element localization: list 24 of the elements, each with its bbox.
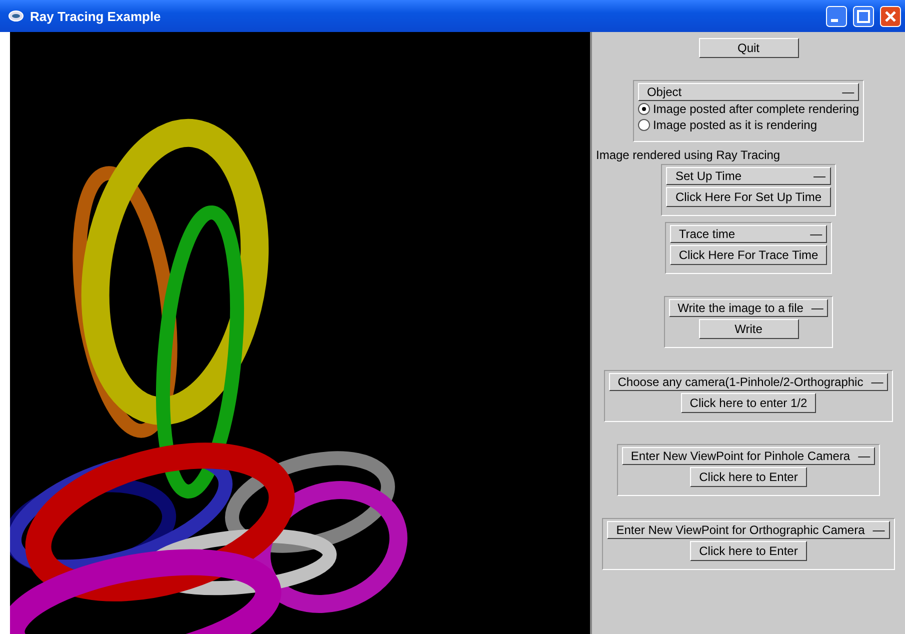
action-button[interactable]: Click Here For Set Up Time <box>666 187 831 207</box>
radio-option[interactable]: Image posted after complete rendering <box>638 101 860 117</box>
group-header[interactable]: Enter New ViewPoint for Orthographic Camera — <box>607 521 890 539</box>
maximize-icon[interactable] <box>853 6 874 26</box>
radio-icon[interactable] <box>638 103 650 115</box>
action-button[interactable]: Write <box>698 319 798 339</box>
radio-option[interactable]: Image posted as it is rendering <box>638 117 860 133</box>
group-header[interactable]: Choose any camera(1-Pinhole/2-Orthographic — <box>608 373 888 391</box>
group-header[interactable]: Object — <box>638 83 860 101</box>
window-title: Ray Tracing Example <box>30 8 162 24</box>
group-header[interactable]: Trace time — <box>670 225 828 243</box>
minimize-icon[interactable] <box>826 6 847 26</box>
group-header[interactable]: Enter New ViewPoint for Pinhole Camera — <box>622 447 876 465</box>
group-header[interactable]: Write the image to a file — <box>668 299 828 317</box>
group-header[interactable]: Set Up Time — <box>666 167 831 185</box>
quit-button[interactable]: Quit <box>698 38 798 58</box>
status-text: Image rendered using Ray Tracing <box>596 148 780 162</box>
action-button[interactable]: Click here to Enter <box>690 541 807 561</box>
action-button[interactable]: Click Here For Trace Time <box>670 245 828 265</box>
radio-icon[interactable] <box>638 119 650 131</box>
action-button[interactable]: Click here to enter 1/2 <box>680 393 816 413</box>
app-icon <box>8 10 24 22</box>
action-button[interactable]: Click here to Enter <box>690 467 807 487</box>
close-icon[interactable] <box>880 6 901 26</box>
